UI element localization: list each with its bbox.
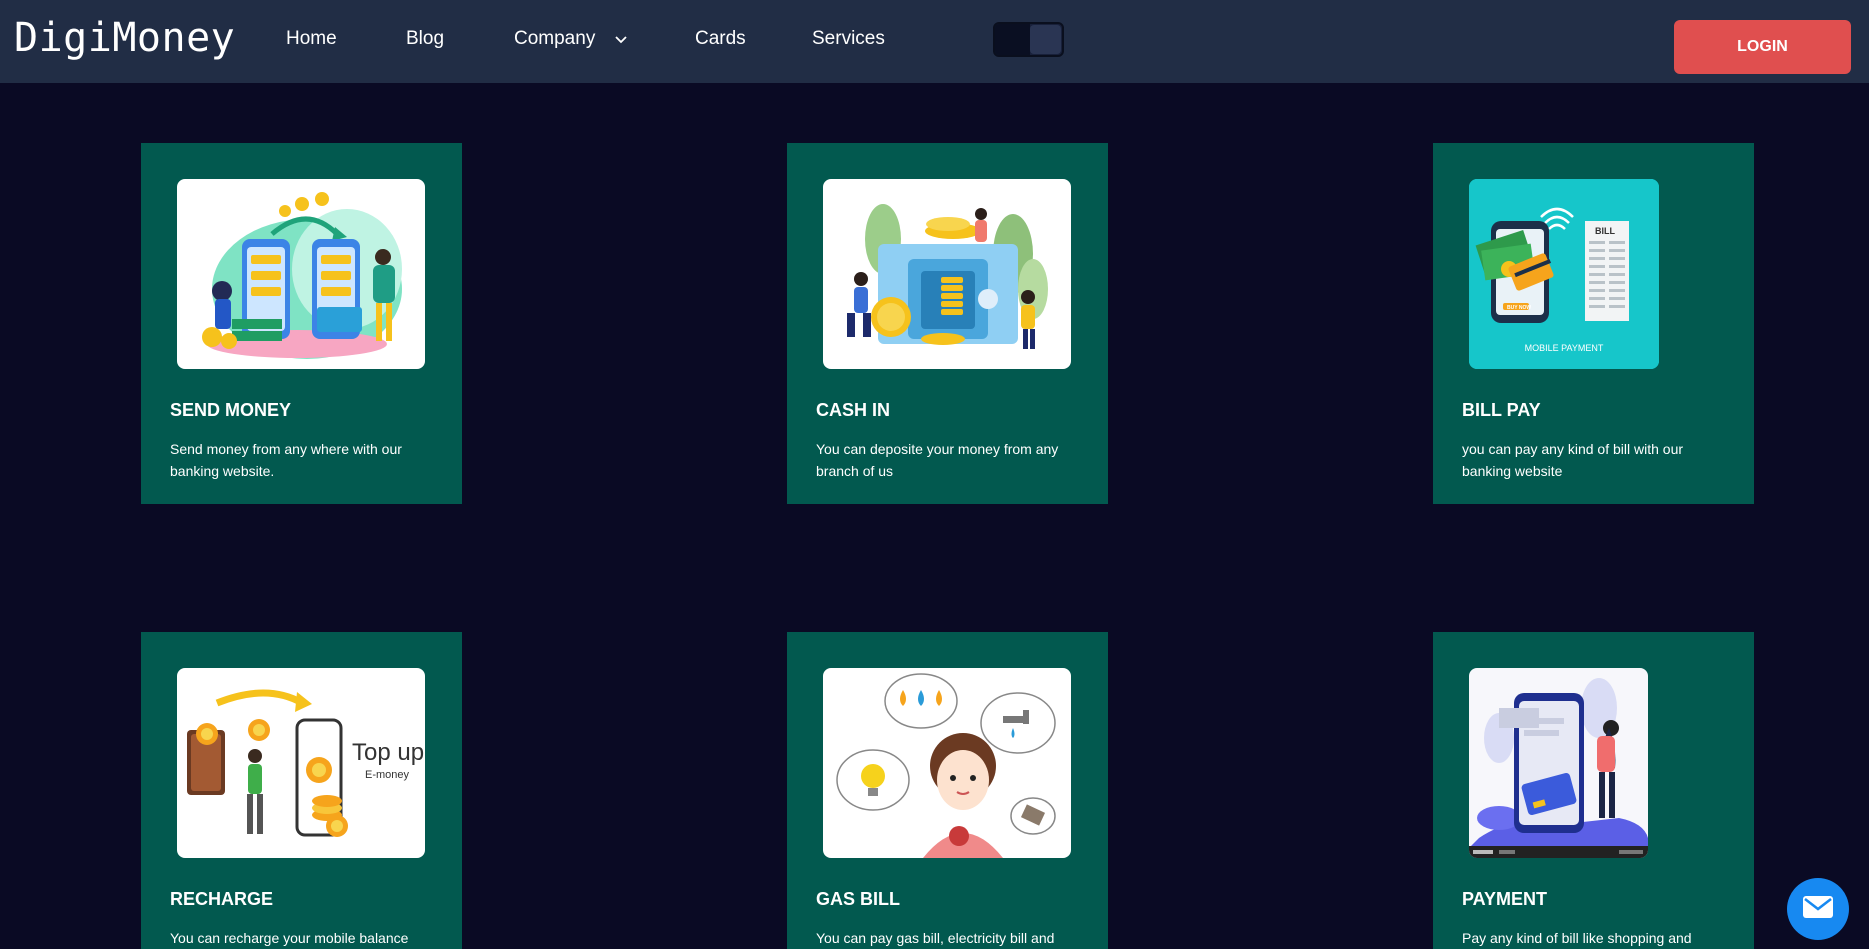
toggle-knob [1030,25,1061,54]
card-description: Pay any kind of bill like shopping and f… [1462,930,1692,946]
card-description: you can pay any kind of bill with our ba… [1462,441,1684,479]
navbar: DigiMoney Home Blog Company Cards Servic… [0,0,1869,83]
card-title: BILL PAY [1462,400,1541,420]
mobile-payment-text: MOBILE PAYMENT [1525,343,1604,353]
recharge-illustration: Top up E-money [177,668,425,858]
nav-link-blog[interactable]: Blog [406,28,444,50]
card-description: You can pay gas bill, electricity bill a… [816,930,1055,946]
nav-link-company[interactable]: Company [514,28,627,50]
service-card-send-money[interactable]: SEND MONEY Send money from any where wit… [141,143,462,504]
theme-toggle[interactable] [993,22,1064,57]
gas-bill-illustration [823,668,1071,858]
nav-link-company-label: Company [514,28,596,50]
send-money-illustration [177,179,425,369]
cash-in-illustration [823,179,1071,369]
login-button[interactable]: LOGIN [1674,20,1851,74]
chevron-down-icon [614,28,627,50]
mail-icon [1803,895,1833,923]
card-description: You can recharge your mobile balance wit… [170,930,409,946]
contact-mail-button[interactable] [1787,878,1849,940]
card-description: You can deposite your money from any bra… [816,441,1059,479]
service-card-bill-pay[interactable]: BUY NOW BILL MOBILE PAYMENT BILL PAY you… [1433,143,1754,504]
service-card-gas-bill[interactable]: GAS BILL You can pay gas bill, electrici… [787,632,1108,949]
e-money-text: E-money [365,769,410,781]
payment-illustration [1469,668,1648,858]
card-title: SEND MONEY [170,400,292,420]
nav-link-cards[interactable]: Cards [695,28,746,50]
card-description: Send money from any where with our banki… [170,441,402,479]
svg-text:BUY NOW: BUY NOW [1507,305,1531,311]
top-up-text: Top up [352,739,424,766]
brand-logo[interactable]: DigiMoney [14,15,235,61]
bill-illustration-label: BILL [1595,226,1615,236]
service-card-payment[interactable]: PAYMENT Pay any kind of bill like shoppi… [1433,632,1754,949]
bill-pay-illustration: BUY NOW BILL MOBILE PAYMENT [1469,179,1659,369]
card-title: PAYMENT [1462,889,1548,909]
card-title: CASH IN [816,400,891,420]
service-card-cash-in[interactable]: CASH IN You can deposite your money from… [787,143,1108,504]
nav-link-services[interactable]: Services [812,28,885,50]
service-card-recharge[interactable]: Top up E-money RECHARGE You can recharge… [141,632,462,949]
nav-link-home[interactable]: Home [286,28,337,50]
card-title: GAS BILL [816,889,900,909]
toggle-track [995,24,1030,55]
card-title: RECHARGE [170,889,274,909]
